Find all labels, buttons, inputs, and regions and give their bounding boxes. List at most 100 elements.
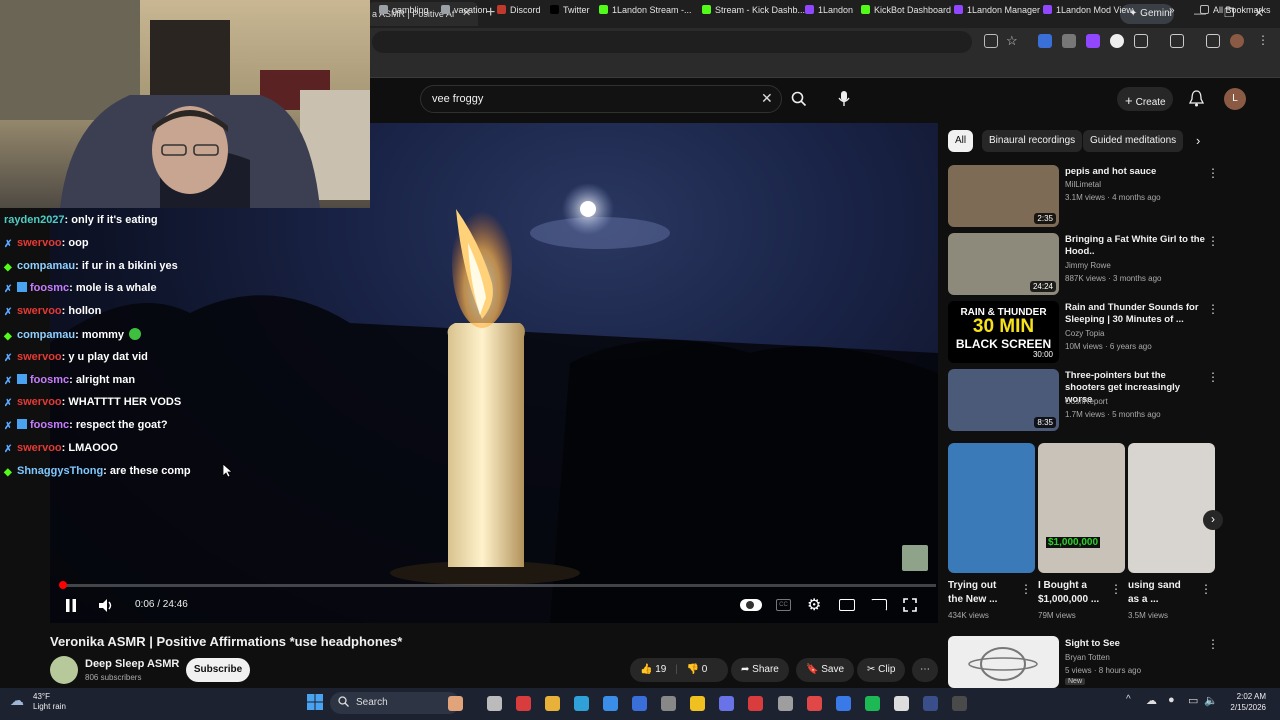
rec-title[interactable]: Bringing a Fat White Girl to the Hood.. <box>1065 234 1205 258</box>
settings-gear-icon[interactable]: ⚙ <box>807 595 821 615</box>
downloads-icon[interactable] <box>1206 34 1220 48</box>
rec-more-icon[interactable]: ⋮ <box>1207 370 1219 384</box>
bookmark-item[interactable]: Discord <box>497 5 541 15</box>
weather-cloud-icon[interactable]: ☁ <box>10 692 24 709</box>
weather-widget[interactable]: 43°F Light rain <box>33 692 66 712</box>
create-button[interactable]: + Create <box>1117 87 1173 111</box>
app-icon[interactable] <box>894 696 909 711</box>
short-thumbnail[interactable] <box>1128 443 1215 573</box>
taskbar-clock[interactable]: 2:02 AM 2/15/2026 <box>1220 691 1266 713</box>
rec-channel[interactable]: MilLimetal <box>1065 180 1101 189</box>
like-icon[interactable]: 👍 <box>640 664 652 675</box>
more-icon[interactable]: ⋮ <box>1257 33 1269 47</box>
short-more-icon[interactable]: ⋮ <box>1020 582 1032 596</box>
share-button[interactable]: ➦ Share <box>731 658 789 682</box>
all-bookmarks[interactable]: All Bookmarks <box>1200 5 1271 15</box>
extension-icon[interactable] <box>1062 34 1076 48</box>
discord-icon[interactable] <box>719 696 734 711</box>
bookmark-item[interactable]: 1Landon <box>805 5 853 15</box>
search-icon[interactable] <box>791 91 807 107</box>
bookmark-item[interactable]: Twitter <box>550 5 590 15</box>
extension-icon[interactable] <box>1110 34 1124 48</box>
store-icon[interactable] <box>603 696 618 711</box>
network-icon[interactable]: ▭ <box>1188 694 1198 707</box>
subscribe-button[interactable]: Subscribe <box>186 658 250 682</box>
progress-scrubber[interactable] <box>59 581 67 589</box>
rec-thumbnail[interactable]: 24:24 <box>948 233 1059 295</box>
channel-name[interactable]: Deep Sleep ASMR <box>85 658 179 670</box>
filter-chip[interactable]: Binaural recordings <box>982 130 1083 152</box>
save-button[interactable]: 🔖 Save <box>796 658 855 682</box>
chat-username[interactable]: swervoo <box>17 396 62 408</box>
chat-username[interactable]: ShnaggysThong <box>17 465 103 477</box>
chat-username[interactable]: swervoo <box>17 442 62 454</box>
short-title[interactable]: I Bought a $1,000,000 ... <box>1038 579 1104 607</box>
bookmark-item[interactable]: KickBot Dashboard <box>861 5 951 15</box>
extension-icon[interactable] <box>1038 34 1052 48</box>
windows-start-icon[interactable] <box>307 694 323 710</box>
bookmark-item[interactable]: 1Landon Mod View <box>1043 5 1133 15</box>
chat-username[interactable]: swervoo <box>17 305 62 317</box>
tab-search-icon[interactable] <box>1170 34 1184 48</box>
app-icon[interactable] <box>923 696 938 711</box>
rec-thumbnail[interactable]: 2:35 <box>948 165 1059 227</box>
pause-icon[interactable] <box>65 599 77 612</box>
cast-icon[interactable] <box>871 599 887 611</box>
like-count[interactable]: 19 <box>655 664 666 675</box>
app-icon[interactable] <box>632 696 647 711</box>
app-icon[interactable] <box>748 696 763 711</box>
puzzle-icon[interactable] <box>1134 34 1148 48</box>
rec-more-icon[interactable]: ⋮ <box>1207 166 1219 180</box>
filter-chip[interactable]: All <box>948 130 974 152</box>
app-icon[interactable] <box>516 696 531 711</box>
speaker-icon[interactable]: 🔈 <box>1204 694 1218 707</box>
rec-more-icon[interactable]: ⋮ <box>1207 302 1219 316</box>
notifications-bell-icon[interactable] <box>1189 90 1204 107</box>
captions-icon[interactable]: CC <box>776 599 791 611</box>
chat-username[interactable]: foosmc <box>30 374 69 386</box>
twitch-extension-icon[interactable] <box>1086 34 1100 48</box>
short-more-icon[interactable]: ⋮ <box>1200 582 1212 596</box>
app-icon[interactable] <box>807 696 822 711</box>
clear-search-icon[interactable]: ✕ <box>761 90 773 107</box>
files-icon[interactable] <box>487 696 502 711</box>
rec-title[interactable]: Sight to See <box>1065 638 1205 650</box>
app-icon[interactable] <box>952 696 967 711</box>
short-thumbnail[interactable] <box>948 443 1035 573</box>
chat-username[interactable]: foosmc <box>30 419 69 431</box>
explorer-icon[interactable] <box>545 696 560 711</box>
taskbar-search[interactable]: Search <box>330 692 460 714</box>
channel-avatar[interactable] <box>50 656 78 684</box>
clip-button[interactable]: ✂ Clip <box>857 658 906 682</box>
chat-username[interactable]: foosmc <box>30 282 69 294</box>
chat-username[interactable]: compamau <box>17 260 75 272</box>
more-actions-icon[interactable]: ⋯ <box>912 658 938 682</box>
rec-thumbnail[interactable]: 8:35 <box>948 369 1059 431</box>
chat-username[interactable]: swervoo <box>17 351 62 363</box>
tray-app-icon[interactable]: ● <box>1168 694 1175 706</box>
chevron-right-icon[interactable]: » <box>1169 5 1175 16</box>
bookmark-item[interactable]: Stream - Kick Dashb... <box>702 5 805 15</box>
rec-channel[interactable]: Bryan Totten <box>1065 653 1110 662</box>
chat-username[interactable]: swervoo <box>17 237 62 249</box>
app-icon[interactable] <box>778 696 793 711</box>
shorts-next-icon[interactable]: › <box>1203 510 1223 530</box>
spotify-icon[interactable] <box>865 696 880 711</box>
chips-next-icon[interactable]: › <box>1196 133 1200 148</box>
miniplayer-icon[interactable] <box>839 599 855 611</box>
short-more-icon[interactable]: ⋮ <box>1110 582 1122 596</box>
app-icon[interactable] <box>836 696 851 711</box>
dislike-icon[interactable]: 👎 <box>687 664 699 675</box>
rec-more-icon[interactable]: ⋮ <box>1207 234 1219 248</box>
rec-title[interactable]: Rain and Thunder Sounds for Sleeping | 3… <box>1065 302 1205 326</box>
bookmark-item[interactable]: 1Landon Manager <box>954 5 1040 15</box>
bookmark-item[interactable]: gambling <box>379 5 429 15</box>
address-bar[interactable] <box>372 31 972 53</box>
short-title[interactable]: Trying out the New ... <box>948 579 1014 607</box>
rec-channel[interactable]: Cozy Topia <box>1065 329 1104 338</box>
microphone-icon[interactable] <box>838 90 850 107</box>
chrome-icon[interactable] <box>690 696 705 711</box>
bookmark-item[interactable]: vacation <box>441 5 488 15</box>
rec-thumbnail[interactable] <box>948 636 1059 688</box>
profile-icon[interactable] <box>1230 34 1244 48</box>
